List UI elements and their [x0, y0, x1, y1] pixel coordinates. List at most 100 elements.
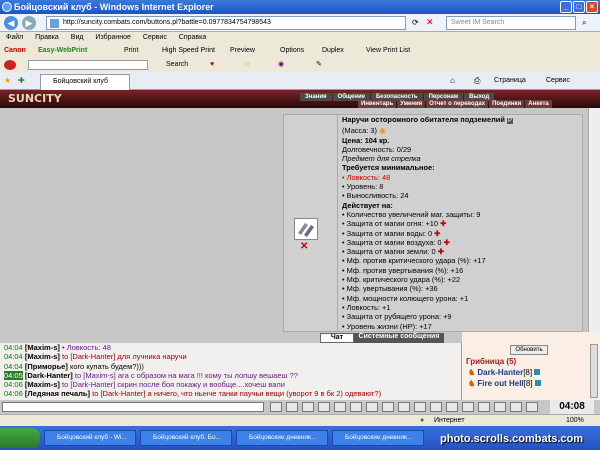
nav-transfers[interactable]: Отчет о переводах — [426, 100, 489, 108]
info-icon[interactable] — [534, 380, 541, 386]
tools-menu-button[interactable]: Сервис — [546, 77, 570, 84]
nav-duels[interactable]: Поединки — [489, 100, 525, 108]
maximize-button[interactable]: □ — [573, 1, 585, 13]
message-time[interactable]: 04:04 — [4, 352, 23, 361]
message-time[interactable]: 04:04 — [4, 362, 23, 371]
menu-view[interactable]: Вид — [71, 34, 84, 41]
sys-icon[interactable] — [366, 402, 378, 412]
menu-file[interactable]: Файл — [6, 34, 23, 41]
menu-tools[interactable]: Сервис — [143, 34, 167, 41]
smile-icon[interactable] — [302, 402, 314, 412]
message-time[interactable]: 04:06 — [4, 389, 23, 398]
message-time[interactable]: 04:06 — [4, 380, 23, 389]
search-input[interactable]: Sweet IM Search — [446, 16, 576, 30]
nav-skills[interactable]: Умения — [397, 100, 426, 108]
duplex-button[interactable]: Duplex — [322, 44, 344, 58]
item-properties: Наручи осторожного обитателя подземелий … — [342, 115, 582, 333]
nav-knowledge[interactable]: Знания — [300, 93, 332, 101]
print-button[interactable]: Print — [124, 44, 138, 58]
wand-icon[interactable]: ✎ — [316, 58, 322, 72]
user-icon[interactable] — [414, 402, 426, 412]
info-icon[interactable]: P — [506, 118, 513, 124]
online-panel: Обновить Грибница (5) ♞ Dark-Hanter[8] ♞… — [462, 332, 600, 400]
refresh-icon[interactable]: ⟳ — [412, 18, 419, 27]
quest-icon[interactable] — [510, 402, 522, 412]
message-sender[interactable]: [Maxim-s] — [25, 380, 60, 389]
menu-help[interactable]: Справка — [179, 34, 206, 41]
im-search-field[interactable] — [28, 60, 148, 70]
page-menu-button[interactable]: Страница — [494, 77, 526, 84]
clear-icon[interactable] — [286, 402, 298, 412]
home-icon[interactable]: ⌂ — [450, 76, 455, 85]
filter-icon[interactable] — [318, 402, 330, 412]
ring-icon[interactable] — [446, 402, 458, 412]
high-speed-print-button[interactable]: High Speed Print — [162, 44, 215, 58]
close-button[interactable]: × — [586, 1, 598, 13]
message-sender[interactable]: [Приморье] — [25, 362, 68, 371]
favorites-star-icon[interactable]: ★ — [4, 76, 11, 85]
message-text: to [Maxim-s] ага с образом на мага !!! к… — [74, 370, 298, 380]
speaker-icon[interactable] — [350, 402, 362, 412]
channel-icon[interactable] — [398, 402, 410, 412]
panel-scrollbar[interactable] — [590, 344, 598, 398]
message-text: to [Dark-Hanter] скрин после боя покажу … — [61, 380, 285, 390]
tab-combats[interactable]: Бойцовский клуб — [40, 74, 130, 90]
menu-favorites[interactable]: Избранное — [95, 34, 130, 41]
task-button[interactable]: Бойцовский клуб: Бо... — [140, 430, 232, 446]
member-row[interactable]: ♞ Fire out Hell[8] — [468, 379, 541, 388]
search-icon[interactable]: ⌕ — [582, 18, 586, 28]
forward-button[interactable]: ▶ — [22, 16, 36, 30]
task-button[interactable]: Бойцовский клуб - Wi... — [44, 430, 136, 446]
stop-icon[interactable]: ✕ — [426, 17, 434, 28]
menu-edit[interactable]: Правка — [35, 34, 59, 41]
view-print-list-button[interactable]: View Print List — [366, 44, 410, 58]
add-favorites-icon[interactable]: ✚ — [18, 76, 25, 85]
minimize-button[interactable]: _ — [560, 1, 572, 13]
back-button[interactable]: ◀ — [4, 16, 18, 30]
refresh-chat-icon[interactable] — [382, 402, 394, 412]
printer-icon[interactable]: ⎙ — [474, 76, 480, 86]
effect-item: Защита от рубящего урона: +9 — [342, 312, 582, 321]
info-icon[interactable] — [534, 369, 541, 375]
easy-webprint-label[interactable]: Easy-WebPrint — [38, 44, 87, 58]
im-search-button[interactable]: Search — [166, 58, 188, 72]
message-sender[interactable]: [Maxim-s] — [25, 343, 60, 352]
translit-icon[interactable] — [334, 402, 346, 412]
url-input[interactable]: http://suncity.combats.com/buttons.pl?ba… — [46, 16, 406, 30]
bag-icon[interactable] — [494, 402, 506, 412]
options-button[interactable]: Options — [280, 44, 304, 58]
nav-profile[interactable]: Анкета — [525, 100, 552, 108]
upgrade-plus-icon[interactable]: ✚ — [432, 229, 440, 238]
upgrade-plus-icon[interactable]: ✚ — [442, 238, 450, 247]
start-button[interactable] — [0, 428, 40, 448]
im-logo-icon[interactable] — [4, 60, 16, 70]
helm-icon[interactable] — [462, 402, 474, 412]
bracers-image[interactable] — [294, 218, 318, 240]
send-icon[interactable] — [270, 402, 282, 412]
smiley-icon[interactable]: ☺ — [244, 58, 251, 72]
message-sender[interactable]: [Dark-Hanter] — [25, 371, 73, 380]
remove-item-icon[interactable]: ✕ — [300, 241, 308, 252]
preview-button[interactable]: Preview — [230, 44, 255, 58]
armor-icon[interactable] — [478, 402, 490, 412]
content-scrollbar[interactable] — [588, 108, 600, 332]
mask-icon[interactable]: ◉ — [278, 58, 284, 72]
tab-chat[interactable]: Чат — [320, 333, 354, 343]
tab-system-messages[interactable]: Системные сообщения — [354, 333, 444, 343]
upgrade-plus-icon[interactable]: ✚ — [438, 219, 446, 228]
message-time[interactable]: 04:05 — [4, 370, 23, 380]
heart-icon[interactable]: ♥ — [210, 58, 214, 72]
member-row[interactable]: ♞ Dark-Hanter[8] — [468, 368, 541, 377]
upgrade-plus-icon[interactable]: ✚ — [436, 247, 444, 256]
message-sender[interactable]: [Ледяная печаль] — [25, 389, 90, 398]
message-sender[interactable]: [Maxim-s] — [25, 352, 60, 361]
task-button[interactable]: Бойцовские дневник... — [332, 430, 424, 446]
chat-message: 04:06 [Ледяная печаль] to [Dark-Hanter] … — [4, 389, 461, 398]
settings-icon[interactable] — [526, 402, 538, 412]
task-button[interactable]: Бойцовские дневник... — [236, 430, 328, 446]
clan-icon[interactable] — [430, 402, 442, 412]
refresh-button[interactable]: Обновить — [510, 345, 548, 355]
message-time[interactable]: 04:04 — [4, 343, 23, 352]
chat-input[interactable] — [2, 402, 264, 412]
nav-inventory[interactable]: Инвентарь — [358, 100, 397, 108]
